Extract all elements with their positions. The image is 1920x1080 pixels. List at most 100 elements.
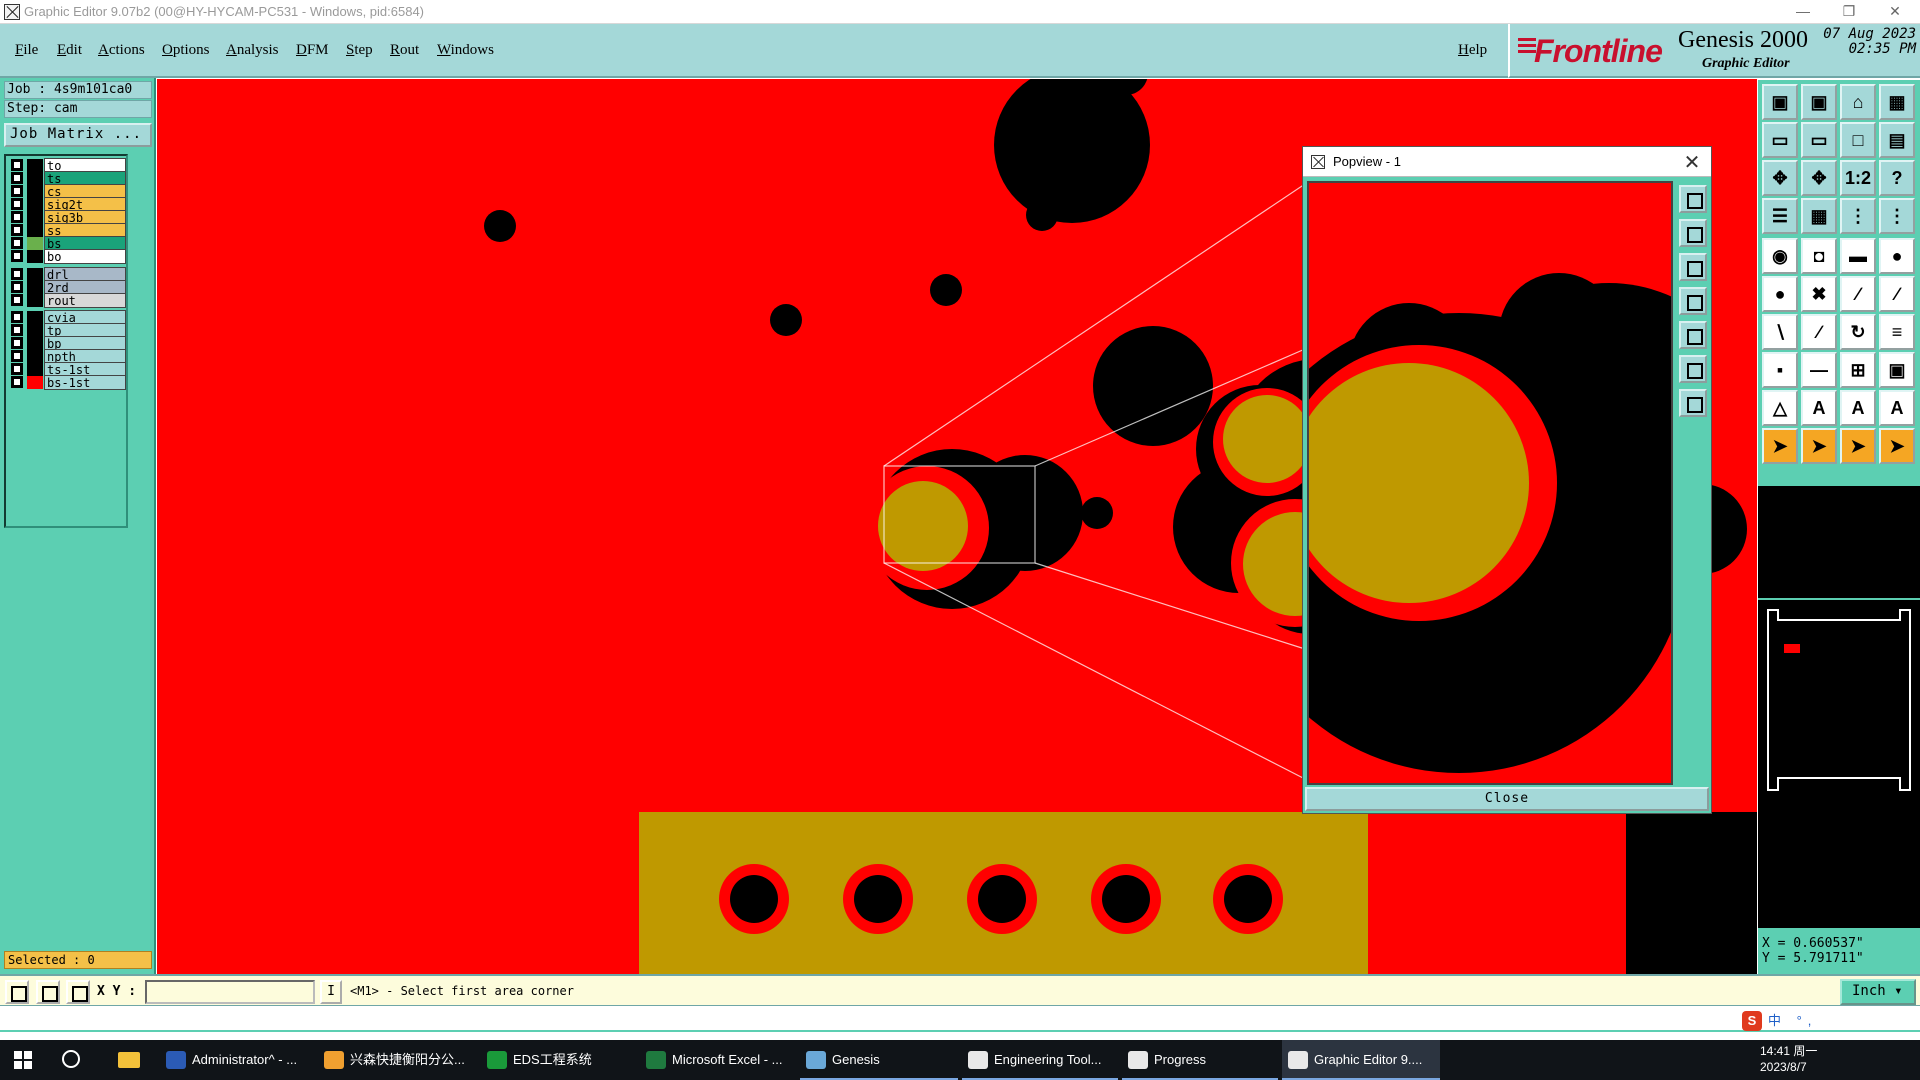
tool-button-12[interactable]: ? [1879,160,1915,196]
layer-row-bo[interactable]: bo [8,249,126,264]
tool-button-24[interactable]: ∕ [1879,276,1915,312]
tool-button-22[interactable]: ✖ [1801,276,1837,312]
tool-button-37[interactable]: ➤ [1762,428,1798,464]
ime-toolbar[interactable]: S 中 °, [1742,1010,1817,1031]
popview-zoom-tool-4[interactable] [1679,287,1707,315]
layer-checkbox[interactable] [11,281,23,293]
menu-actions[interactable]: Actions [98,42,145,59]
tool-button-5[interactable]: ▭ [1762,122,1798,158]
layer-checkbox[interactable] [11,172,23,184]
tool-button-31[interactable]: ⊞ [1840,352,1876,388]
taskbar-item[interactable]: Graphic Editor 9.... [1282,1040,1440,1080]
tool-button-23[interactable]: ∕ [1840,276,1876,312]
popview-zoom-tool-2[interactable] [1679,219,1707,247]
tool-button-1[interactable]: ▣ [1762,84,1798,120]
layer-checkbox[interactable] [11,324,23,336]
layer-checkbox[interactable] [11,311,23,323]
file-explorer-icon[interactable] [118,1052,140,1068]
tool-button-33[interactable]: △ [1762,390,1798,426]
tool-button-18[interactable]: ◘ [1801,238,1837,274]
minimize-button[interactable]: — [1780,0,1826,24]
layer-checkbox[interactable] [11,250,23,262]
tool-button-27[interactable]: ↻ [1840,314,1876,350]
taskbar-item[interactable]: EDS工程系统 [481,1040,637,1080]
layer-checkbox[interactable] [11,211,23,223]
layer-name[interactable]: bo [44,249,126,264]
taskbar-item[interactable]: Engineering Tool... [962,1040,1118,1080]
tool-button-35[interactable]: A [1840,390,1876,426]
tool-button-25[interactable]: ∖ [1762,314,1798,350]
layer-row-bs-1st[interactable]: bs-1st [8,375,126,390]
taskbar-item[interactable]: Progress [1122,1040,1278,1080]
units-selector[interactable]: Inch ▾ [1840,979,1916,1005]
tool-button-36[interactable]: A [1879,390,1915,426]
select-mode-icon[interactable] [5,980,29,1004]
menu-step[interactable]: Step [346,42,373,59]
layer-checkbox[interactable] [11,376,23,388]
left-scroll-strip[interactable] [130,154,152,966]
layer-checkbox[interactable] [11,268,23,280]
popview-zoom-tool-5[interactable] [1679,321,1707,349]
menu-options[interactable]: Options [162,42,210,59]
tool-button-15[interactable]: ⋮ [1840,198,1876,234]
taskbar-item[interactable]: Microsoft Excel - ... [640,1040,796,1080]
cursor-button[interactable]: I [320,980,342,1004]
layer-name[interactable]: bs-1st [44,375,126,390]
menu-windows[interactable]: Windows [437,42,494,59]
tool-button-17[interactable]: ◉ [1762,238,1798,274]
layer-checkbox[interactable] [11,185,23,197]
close-window-button[interactable]: ✕ [1872,0,1918,24]
tool-button-40[interactable]: ➤ [1879,428,1915,464]
popview-title-bar[interactable]: Popview - 1 ✕ [1303,147,1711,177]
tool-button-10[interactable]: ✥ [1801,160,1837,196]
popview-home-tool[interactable] [1679,389,1707,417]
taskbar-item[interactable]: Genesis [800,1040,958,1080]
layer-checkbox[interactable] [11,159,23,171]
layer-color-swatch[interactable] [27,294,43,307]
measure-mode-icon[interactable] [36,980,60,1004]
tool-button-14[interactable]: ▦ [1801,198,1837,234]
layer-color-swatch[interactable] [27,376,43,389]
tool-button-6[interactable]: ▭ [1801,122,1837,158]
menu-rout[interactable]: Rout [390,42,419,59]
tool-button-8[interactable]: ▤ [1879,122,1915,158]
taskbar-item[interactable]: 兴森快捷衡阳分公... [318,1040,478,1080]
layer-checkbox[interactable] [11,363,23,375]
tool-button-4[interactable]: ▦ [1879,84,1915,120]
layer-checkbox[interactable] [11,337,23,349]
layer-color-swatch[interactable] [27,250,43,263]
grid-mode-icon[interactable] [66,980,90,1004]
layer-checkbox[interactable] [11,224,23,236]
tool-button-21[interactable]: ● [1762,276,1798,312]
layer-name[interactable]: rout [44,293,126,308]
search-icon[interactable] [62,1050,80,1068]
tool-button-38[interactable]: ➤ [1801,428,1837,464]
layer-checkbox[interactable] [11,294,23,306]
system-clock[interactable]: 14:41 周一 2023/8/7 [1760,1043,1817,1075]
tool-button-2[interactable]: ▣ [1801,84,1837,120]
tool-button-7[interactable]: □ [1840,122,1876,158]
tool-button-9[interactable]: ✥ [1762,160,1798,196]
job-matrix-button[interactable]: Job Matrix ... [4,123,152,147]
menu-edit[interactable]: Edit [57,42,82,59]
menu-analysis[interactable]: Analysis [226,42,279,59]
menu-dfm[interactable]: DFM [296,42,329,59]
tool-button-39[interactable]: ➤ [1840,428,1876,464]
popview-fit-tool[interactable] [1679,355,1707,383]
restore-button[interactable]: ❐ [1826,0,1872,24]
popview-zoom-tool-3[interactable] [1679,253,1707,281]
taskbar-item[interactable]: Administrator^ - ... [160,1040,316,1080]
layer-checkbox[interactable] [11,237,23,249]
popview-canvas[interactable] [1307,181,1673,785]
layer-checkbox[interactable] [11,350,23,362]
tool-button-32[interactable]: ▣ [1879,352,1915,388]
tool-button-28[interactable]: ≡ [1879,314,1915,350]
tool-button-29[interactable]: ▪ [1762,352,1798,388]
tool-button-16[interactable]: ⋮ [1879,198,1915,234]
tool-button-3[interactable]: ⌂ [1840,84,1876,120]
tool-button-26[interactable]: ∕ [1801,314,1837,350]
tool-button-30[interactable]: — [1801,352,1837,388]
menu-file[interactable]: File [15,42,38,59]
windows-start-icon[interactable] [14,1051,32,1069]
overview-map[interactable] [1758,598,1920,928]
